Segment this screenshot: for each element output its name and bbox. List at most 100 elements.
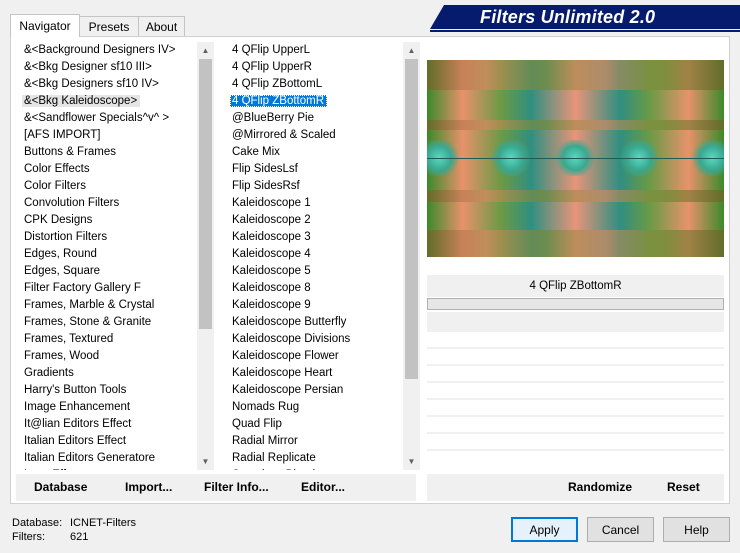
list-item[interactable]: &<Bkg Designers sf10 IV> [18,76,197,93]
list-item[interactable]: Frames, Wood [18,348,197,365]
list-item[interactable]: [AFS IMPORT] [18,127,197,144]
filter-info-button[interactable]: Filter Info... [204,474,269,501]
list-item[interactable]: Frames, Stone & Granite [18,314,197,331]
list-item-label: Frames, Wood [24,350,100,362]
list-item-label: Filter Factory Gallery F [24,282,141,294]
list-item[interactable]: Kaleidoscope 4 [226,246,403,263]
list-item-label: &<Bkg Designers sf10 IV> [24,78,159,90]
list-item[interactable]: Kaleidoscope 8 [226,280,403,297]
list-item[interactable]: Radial Mirror [226,433,403,450]
help-button[interactable]: Help [663,517,730,542]
list-item[interactable]: Harry's Button Tools [18,382,197,399]
list-item-label: Kaleidoscope 8 [232,282,311,294]
list-item[interactable]: &<Sandflower Specials^v^ > [18,110,197,127]
list-item[interactable]: Quad Flip [226,416,403,433]
randomize-button[interactable]: Randomize [568,474,632,501]
list-item[interactable]: Kaleidoscope 2 [226,212,403,229]
list-item[interactable]: Kaleidoscope Heart [226,365,403,382]
list-item[interactable]: Kaleidoscope 5 [226,263,403,280]
list-item[interactable]: Filter Factory Gallery F [18,280,197,297]
scroll-down-icon[interactable]: ▼ [197,453,214,470]
scroll-thumb[interactable] [405,59,418,379]
list-item[interactable]: Distortion Filters [18,229,197,246]
list-item-label: Frames, Marble & Crystal [24,299,155,311]
list-item[interactable]: Kaleidoscope Butterfly [226,314,403,331]
tab-navigator[interactable]: Navigator [10,14,80,37]
list-item-label: Color Effects [24,163,90,175]
preview-band [427,60,724,90]
parameter-row [427,347,724,349]
list-item-label: Distortion Filters [24,231,108,243]
list-item[interactable]: Kaleidoscope Divisions [226,331,403,348]
list-item-label: Radial Mirror [232,435,298,447]
list-item[interactable]: Image Enhancement [18,399,197,416]
tab-about[interactable]: About [138,16,185,36]
list-item[interactable]: &<Background Designers IV> [18,42,197,59]
list-item[interactable]: Italian Editors Generatore [18,450,197,467]
scroll-up-icon[interactable]: ▲ [197,42,214,59]
list-item[interactable]: Edges, Round [18,246,197,263]
list-item[interactable]: Radial Replicate [226,450,403,467]
list-item[interactable]: Flip SidesLsf [226,161,403,178]
preview-band [427,190,724,202]
parameter-row [427,449,724,451]
list-item[interactable]: Kaleidoscope 9 [226,297,403,314]
list-item[interactable]: Kaleidoscope Flower [226,348,403,365]
list-item[interactable]: 4 QFlip UpperL [226,42,403,59]
parameter-row [427,432,724,434]
tab-presets[interactable]: Presets [79,16,139,36]
list-item[interactable]: Kaleidoscope Persian [226,382,403,399]
list-item-label: Flip SidesLsf [232,163,298,175]
list-item[interactable]: Cake Mix [226,144,403,161]
scroll-up-icon[interactable]: ▲ [403,42,420,59]
list-item[interactable]: Lens Effects [18,467,197,470]
list-item[interactable]: @BlueBerry Pie [226,110,403,127]
category-scrollbar[interactable]: ▲ ▼ [197,42,214,470]
list-item[interactable]: Flip SidesRsf [226,178,403,195]
list-item[interactable]: Seamless Blend [226,467,403,470]
list-item[interactable]: 4 QFlip ZBottomL [226,76,403,93]
filters-count: 621 [70,531,89,543]
list-item[interactable]: Italian Editors Effect [18,433,197,450]
list-item[interactable]: Color Effects [18,161,197,178]
list-item[interactable]: Color Filters [18,178,197,195]
list-item[interactable]: 4 QFlip UpperR [226,59,403,76]
scroll-down-icon[interactable]: ▼ [403,453,420,470]
import-button[interactable]: Import... [125,474,172,501]
list-item[interactable]: Gradients [18,365,197,382]
filter-scrollbar[interactable]: ▲ ▼ [403,42,420,470]
list-item-label: Kaleidoscope 2 [232,214,311,226]
list-item[interactable]: It@lian Editors Effect [18,416,197,433]
preview-image [427,60,724,257]
database-button[interactable]: Database [34,474,87,501]
list-item[interactable]: &<Bkg Designer sf10 III> [18,59,197,76]
parameter-row [427,381,724,383]
list-item[interactable]: Buttons & Frames [18,144,197,161]
apply-button[interactable]: Apply [511,517,578,542]
filter-list[interactable]: 4 QFlip UpperL 4 QFlip UpperR 4 QFlip ZBot… [226,42,403,470]
scroll-thumb[interactable] [199,59,212,329]
list-item[interactable]: Frames, Marble & Crystal [18,297,197,314]
category-list[interactable]: &<Background Designers IV> &<Bkg Designer… [18,42,197,470]
list-item-label: Nomads Rug [232,401,300,413]
list-item[interactable]: Frames, Textured [18,331,197,348]
list-item[interactable]: Edges, Square [18,263,197,280]
list-item[interactable]: 4 QFlip ZBottomR [226,93,403,110]
list-item[interactable]: Nomads Rug [226,399,403,416]
list-item[interactable]: @Mirrored & Scaled [226,127,403,144]
parameter-bar[interactable] [427,298,724,310]
editor-button[interactable]: Editor... [301,474,345,501]
list-item-label: It@lian Editors Effect [24,418,132,430]
list-item[interactable]: &<Bkg Kaleidoscope> [18,93,197,110]
list-item[interactable]: Kaleidoscope 3 [226,229,403,246]
database-value: ICNET-Filters [70,517,136,529]
list-item-label: Radial Replicate [232,452,316,464]
list-item-label: Kaleidoscope Heart [232,367,333,379]
list-item-label: 4 QFlip ZBottomR [230,95,328,107]
list-item[interactable]: Convolution Filters [18,195,197,212]
reset-button[interactable]: Reset [667,474,700,501]
list-item[interactable]: Kaleidoscope 1 [226,195,403,212]
list-item[interactable]: CPK Designs [18,212,197,229]
cancel-button[interactable]: Cancel [587,517,654,542]
preview-band [427,120,724,130]
